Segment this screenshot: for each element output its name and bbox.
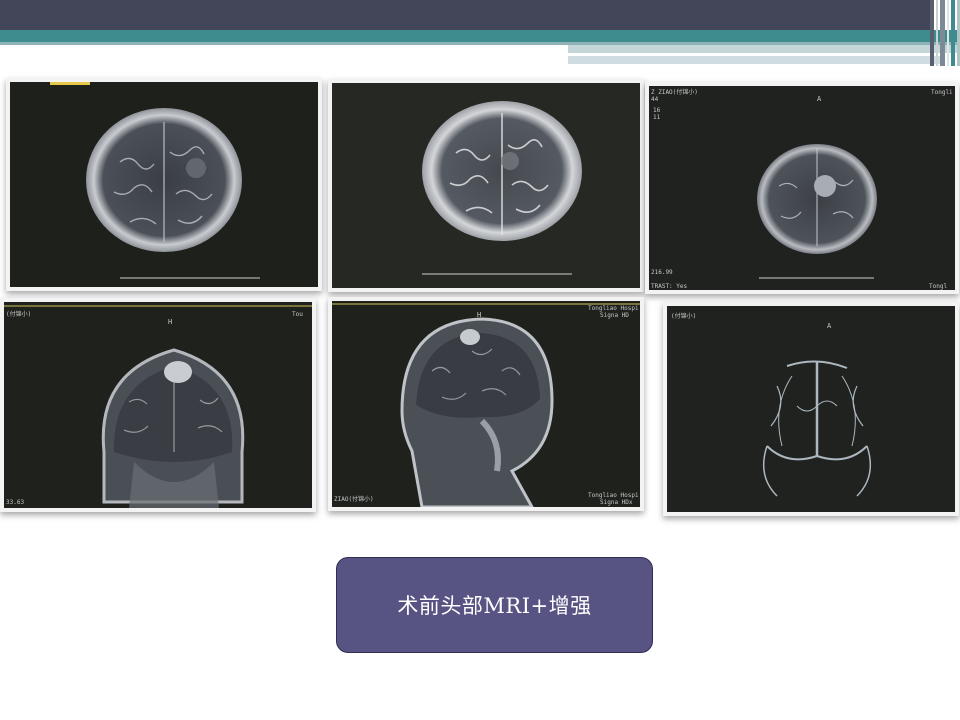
overlay-top-left: (付锦小) bbox=[671, 312, 696, 320]
overlay-line2: 44 bbox=[651, 96, 659, 103]
corner-stripes bbox=[930, 0, 960, 66]
mri-axial-t1-photo bbox=[6, 78, 322, 291]
accent-line bbox=[568, 45, 960, 53]
overlay-top-left: (付锦小) bbox=[6, 310, 31, 318]
caption-text: 术前头部MRI+增强 bbox=[397, 594, 592, 618]
overlay-bottom-right: Tongliao Hospi bbox=[588, 492, 639, 499]
overlay-line3: 16 bbox=[653, 107, 661, 114]
caption-box: 术前头部MRI+增强 bbox=[336, 557, 653, 653]
mri-axial-t2-photo bbox=[328, 79, 644, 292]
overlay-bottom-left: 33.63 bbox=[6, 499, 24, 506]
overlay-top-right: Tongliao Hospi bbox=[588, 305, 639, 312]
overlay-top-right: Tongli bbox=[931, 89, 953, 96]
overlay-top-left: Z ZIAO(付锦小) bbox=[651, 88, 698, 96]
overlay-bottom-left2: TRAST: Yes bbox=[651, 283, 688, 290]
mri-sagittal-contrast-photo: H Tongliao Hospi Signa HD ZIAO(付锦小) Tong… bbox=[328, 297, 644, 511]
overlay-line4: 11 bbox=[653, 114, 661, 121]
title-bar bbox=[0, 0, 930, 30]
overlay-bottom-left: ZIAO(付锦小) bbox=[334, 495, 374, 503]
accent-line bbox=[568, 56, 940, 64]
overlay-top-right2: Signa HD bbox=[600, 312, 629, 319]
mri-axial-contrast-photo: Z ZIAO(付锦小) 44 16 11 A Tongli 216.99 TRA… bbox=[645, 82, 959, 294]
overlay-top-center: H bbox=[168, 318, 172, 326]
mri-coronal-contrast-photo: (付锦小) H Tou 33.63 bbox=[0, 298, 316, 512]
overlay-bottom-right: Tongl bbox=[929, 283, 947, 290]
overlay-bottom-left: 216.99 bbox=[651, 269, 673, 276]
overlay-bottom-right2: Signa HDx bbox=[600, 499, 633, 506]
mr-venography-photo: (付锦小) A bbox=[663, 302, 959, 516]
accent-band bbox=[0, 30, 960, 42]
overlay-top-right: Tou bbox=[292, 311, 303, 318]
